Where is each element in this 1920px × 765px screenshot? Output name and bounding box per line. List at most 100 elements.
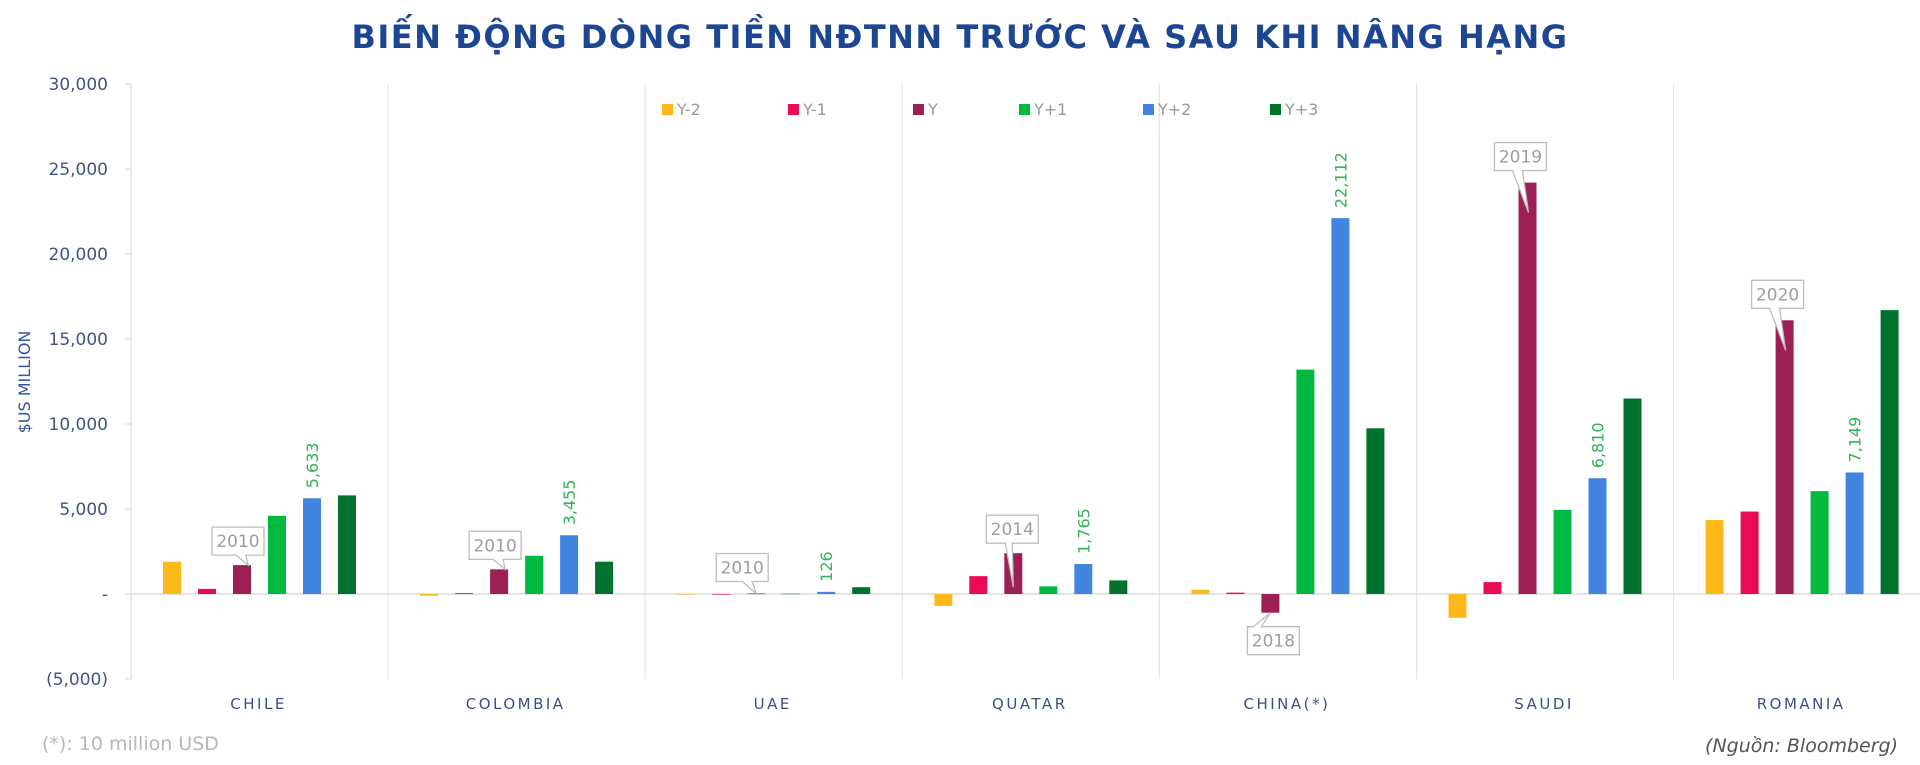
bar-saudi-yplus1: [1553, 509, 1572, 594]
bar-romania-yminus1: [1740, 511, 1759, 594]
bar-quatar-yplus3: [1109, 580, 1128, 594]
bar-romania-yplus2: [1845, 472, 1864, 594]
bar-colombia-yminus1: [455, 593, 474, 594]
y-tick-label: 30,000: [49, 75, 108, 95]
bar-saudi-yminus2: [1448, 594, 1467, 618]
y-tick-label: 25,000: [49, 160, 108, 180]
legend-item: Y: [913, 100, 938, 119]
legend-label: Y: [927, 100, 938, 119]
bar-romania-yminus2: [1705, 520, 1724, 594]
year-callout: 2010: [211, 526, 265, 567]
y-tick-label: 15,000: [49, 330, 108, 350]
year-callout: 2010: [715, 552, 769, 596]
x-tick-label: COLOMBIA: [466, 695, 566, 713]
callout-year: 2018: [1252, 632, 1295, 652]
bar-uae-yminus1: [712, 594, 731, 595]
bar-chile-y: [233, 565, 251, 594]
bar-uae-yplus3: [852, 587, 871, 594]
legend-label: Y+1: [1033, 100, 1067, 119]
bar-uae-yminus2: [677, 594, 696, 595]
callout-year: 2010: [721, 558, 764, 578]
data-label: 7,149: [1846, 417, 1865, 463]
bar-colombia-yplus2: [560, 535, 579, 594]
callout-year: 2019: [1499, 148, 1542, 168]
bar-chile-yplus1: [268, 515, 286, 594]
legend-label: Y-1: [802, 100, 827, 119]
year-callout: 2014: [985, 514, 1039, 588]
bar-romania-y: [1775, 320, 1794, 594]
bar-saudi-yminus1: [1483, 582, 1502, 594]
bar-chile-yplus2: [303, 498, 321, 594]
legend-label: Y-2: [676, 100, 701, 119]
bar-saudi-y: [1518, 182, 1537, 594]
legend-item: Y+1: [1019, 100, 1067, 119]
callout-year: 2010: [216, 532, 259, 552]
bar-colombia-yminus2: [420, 594, 439, 596]
legend-swatch: [1019, 104, 1030, 115]
bar-chile-yminus2: [163, 561, 181, 594]
legend-swatch: [788, 104, 799, 115]
y-axis-label: $US MILLION: [15, 331, 34, 434]
footnote: (*): 10 million USD: [42, 733, 219, 755]
data-label: 3,455: [560, 479, 579, 525]
bar-romania-yplus3: [1880, 310, 1899, 594]
legend-swatch: [1270, 104, 1281, 115]
y-tick-label: -: [102, 585, 108, 605]
callout-year: 2014: [991, 520, 1034, 540]
bar-saudi-yplus2: [1588, 478, 1607, 594]
legend-item: Y-2: [662, 100, 701, 119]
data-label: 1,765: [1074, 508, 1093, 554]
x-tick-label: CHILE: [230, 695, 287, 713]
bar-china-yplus1: [1296, 369, 1315, 594]
bar-colombia-yplus1: [525, 555, 544, 594]
source-note: (Nguồn: Bloomberg): [1705, 735, 1898, 757]
legend: Y-2 Y-1 Y Y+1 Y+2 Y+3: [662, 100, 1318, 119]
bars-layer: [163, 182, 1899, 618]
bar-quatar-yplus2: [1074, 563, 1093, 594]
y-tick-label: 10,000: [49, 415, 108, 435]
bar-quatar-yminus2: [934, 594, 953, 606]
year-callout: 2010: [468, 530, 522, 572]
data-label: 6,810: [1589, 422, 1608, 468]
x-tick-label: SAUDI: [1514, 695, 1574, 713]
bar-colombia-y: [490, 569, 509, 594]
legend-label: Y+3: [1284, 100, 1318, 119]
y-tick-label: 5,000: [59, 500, 108, 520]
bar-uae-yplus2: [817, 591, 836, 594]
legend-item: Y-1: [788, 100, 827, 119]
data-label: 5,633: [303, 442, 322, 488]
y-axis: 30,000 25,000 20,000 15,000 10,000 5,000 - (5,0…: [46, 75, 132, 690]
y-tick-label: (5,000): [46, 670, 108, 690]
data-label: 126: [817, 551, 836, 582]
grid-layer: [131, 84, 1920, 679]
legend-item: Y+2: [1143, 100, 1191, 119]
callout-year: 2020: [1756, 285, 1799, 305]
y-tick-label: 20,000: [49, 245, 108, 265]
bar-china-y: [1261, 594, 1280, 613]
legend-item: Y+3: [1270, 100, 1318, 119]
x-axis: CHILE COLOMBIA UAE QUATAR CHINA(*) SAUDI ROMAN…: [230, 695, 1846, 713]
bar-china-yminus1: [1226, 592, 1245, 594]
data-label: 22,112: [1331, 152, 1350, 208]
x-tick-label: ROMANIA: [1757, 695, 1846, 713]
bar-saudi-yplus3: [1623, 398, 1642, 594]
bar-chart: 30,000 25,000 20,000 15,000 10,000 5,000 - (5,0…: [15, 75, 1920, 713]
bar-colombia-yplus3: [595, 561, 614, 594]
bar-chile-yminus1: [198, 588, 216, 594]
legend-label: Y+2: [1157, 100, 1191, 119]
bar-china-yminus2: [1191, 589, 1210, 594]
x-tick-label: UAE: [754, 695, 792, 713]
bar-quatar-yplus1: [1039, 586, 1058, 594]
x-tick-label: QUATAR: [992, 695, 1068, 713]
bar-quatar-yminus1: [969, 576, 988, 594]
bar-china-yplus2: [1331, 218, 1350, 594]
legend-swatch: [913, 104, 924, 115]
bar-romania-yplus1: [1810, 491, 1829, 594]
bar-uae-yplus1: [782, 593, 801, 595]
legend-swatch: [1143, 104, 1154, 115]
legend-swatch: [662, 104, 673, 115]
callout-year: 2010: [473, 536, 516, 556]
bar-chile-yplus3: [338, 495, 356, 594]
bar-china-yplus3: [1366, 428, 1385, 594]
x-tick-label: CHINA(*): [1244, 695, 1331, 713]
